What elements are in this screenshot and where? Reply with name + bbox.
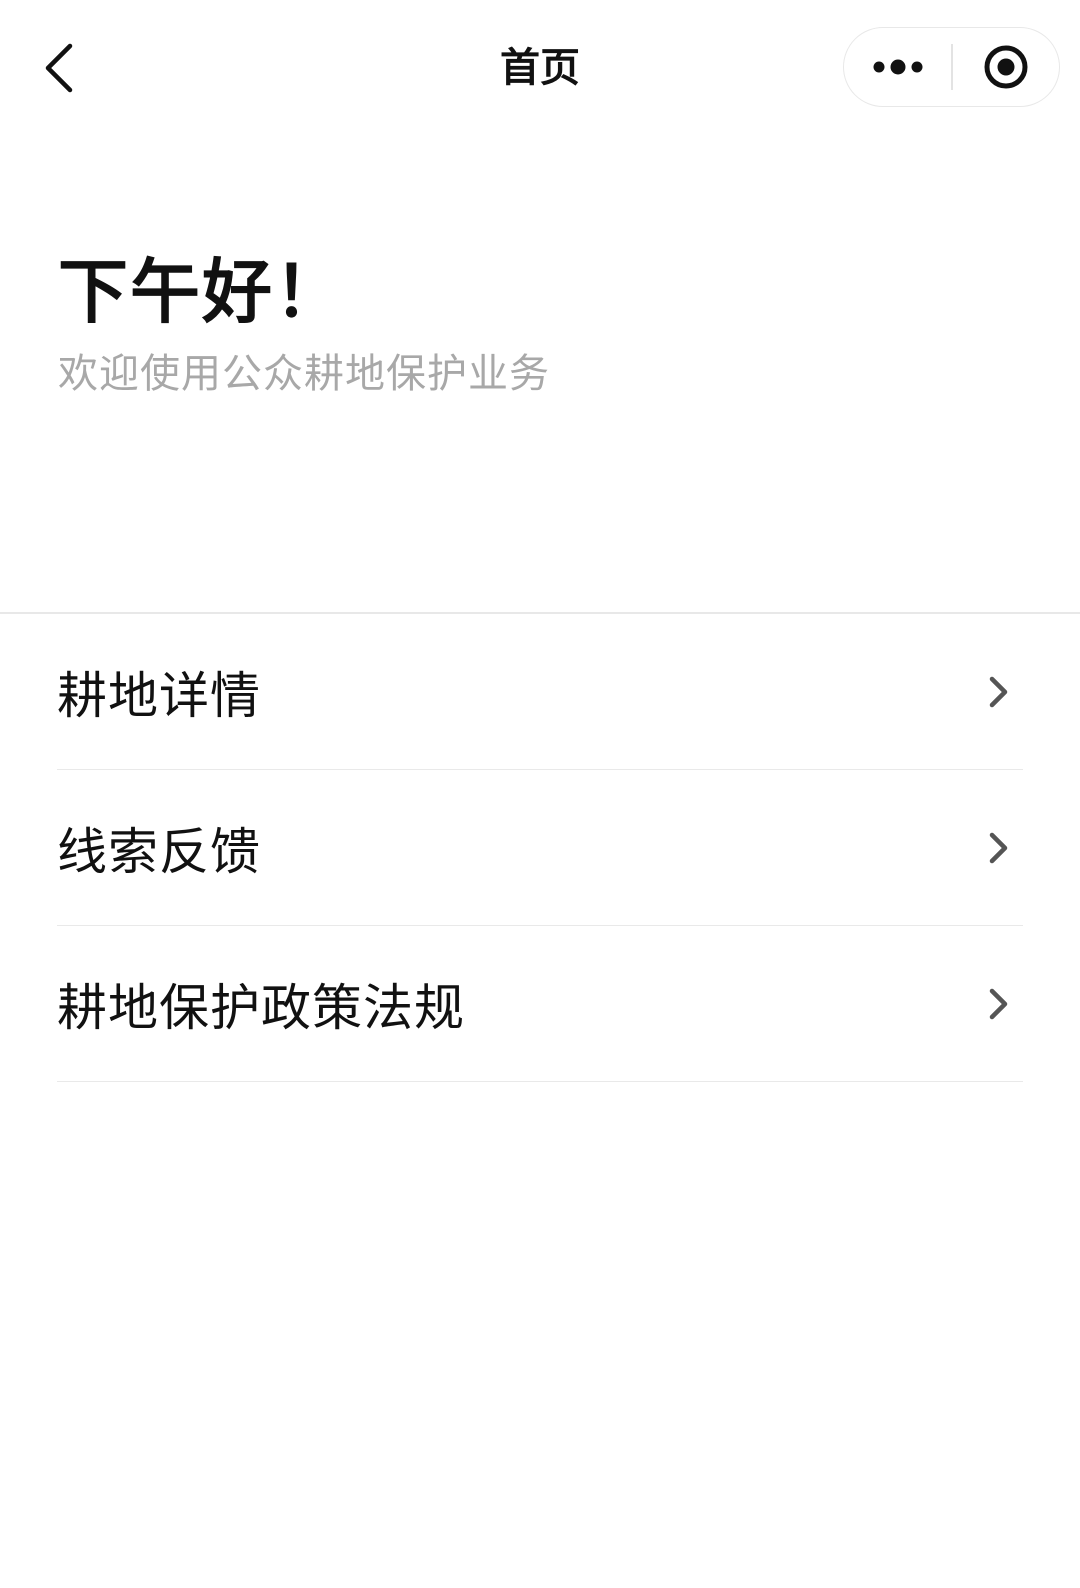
chevron-right-icon xyxy=(985,674,1013,710)
greeting-title: 下午好！ xyxy=(58,251,346,333)
close-button[interactable] xyxy=(953,28,1059,106)
more-button[interactable] xyxy=(844,28,951,106)
menu-item-protection-policies[interactable]: 耕地保护政策法规 xyxy=(57,926,1023,1082)
chevron-right-icon xyxy=(985,986,1013,1022)
menu-item-farmland-details[interactable]: 耕地详情 xyxy=(57,614,1023,770)
chevron-right-icon xyxy=(985,830,1013,866)
more-dots-icon xyxy=(873,59,922,75)
menu-item-label: 线索反馈 xyxy=(57,822,261,881)
page-title: 首页 xyxy=(500,45,580,91)
menu-item-label: 耕地详情 xyxy=(57,666,261,725)
target-circle-icon xyxy=(984,45,1028,89)
mini-program-capsule xyxy=(843,27,1060,107)
chevron-left-icon xyxy=(45,43,73,93)
menu-item-label: 耕地保护政策法规 xyxy=(57,978,465,1037)
menu-item-clue-feedback[interactable]: 线索反馈 xyxy=(57,770,1023,926)
back-button[interactable] xyxy=(24,32,96,104)
welcome-subtitle: 欢迎使用公众耕地保护业务 xyxy=(58,351,550,397)
menu-list: 耕地详情 线索反馈 耕地保护政策法规 xyxy=(57,614,1023,1082)
navigation-bar: 首页 xyxy=(0,0,1080,136)
